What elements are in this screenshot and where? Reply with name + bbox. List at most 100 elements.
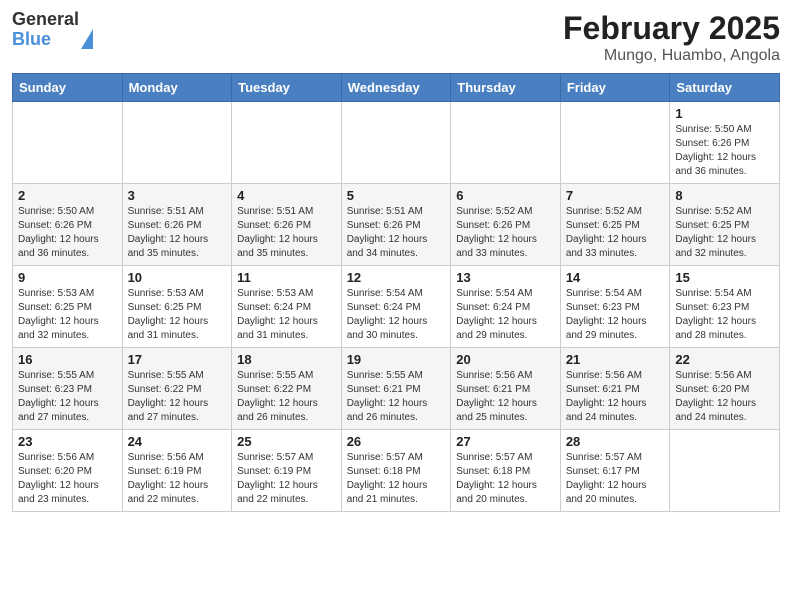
calendar-cell: 12 Sunrise: 5:54 AM Sunset: 6:24 PM Dayli… <box>341 266 451 348</box>
day-info: Sunrise: 5:56 AM Sunset: 6:20 PM Dayligh… <box>675 369 774 425</box>
calendar-cell <box>232 102 342 184</box>
calendar-cell: 26Sunrise: 5:57 AM Sunset: 6:18 PM Dayli… <box>341 430 451 512</box>
calendar-cell <box>451 102 561 184</box>
day-number: 5 <box>347 188 446 203</box>
calendar-cell: 6Sunrise: 5:52 AM Sunset: 6:26 PM Daylig… <box>451 184 561 266</box>
day-info: Sunrise: 5:53 AM Sunset: 6:24 PM Dayligh… <box>237 287 336 343</box>
day-number: 3 <box>128 188 227 203</box>
day-info: Sunrise: 5:56 AM Sunset: 6:19 PM Dayligh… <box>128 451 227 507</box>
page-subtitle: Mungo, Huambo, Angola <box>563 47 780 65</box>
logo-blue: Blue <box>12 29 51 49</box>
calendar-cell: 8 Sunrise: 5:52 AM Sunset: 6:25 PM Daylig… <box>670 184 780 266</box>
calendar-cell: 28 Sunrise: 5:57 AM Sunset: 6:17 PM Dayli… <box>560 430 670 512</box>
logo-general: General <box>12 9 79 29</box>
day-info: Sunrise: 5:54 AM Sunset: 6:23 PM Dayligh… <box>566 287 665 343</box>
calendar-day-header: Monday <box>122 74 232 102</box>
calendar-week-row: 1Sunrise: 5:50 AM Sunset: 6:26 PM Daylig… <box>13 102 780 184</box>
day-info: Sunrise: 5:53 AM Sunset: 6:25 PM Dayligh… <box>18 287 117 343</box>
calendar-cell: 27 Sunrise: 5:57 AM Sunset: 6:18 PM Dayli… <box>451 430 561 512</box>
calendar-cell: 19Sunrise: 5:55 AM Sunset: 6:21 PM Dayli… <box>341 348 451 430</box>
day-number: 15 <box>675 270 774 285</box>
day-number: 21 <box>566 352 665 367</box>
calendar-week-row: 16 Sunrise: 5:55 AM Sunset: 6:23 PM Dayli… <box>13 348 780 430</box>
calendar-cell: 5 Sunrise: 5:51 AM Sunset: 6:26 PM Daylig… <box>341 184 451 266</box>
day-number: 11 <box>237 270 336 285</box>
calendar-day-header: Thursday <box>451 74 561 102</box>
calendar-cell: 7Sunrise: 5:52 AM Sunset: 6:25 PM Daylig… <box>560 184 670 266</box>
day-info: Sunrise: 5:56 AM Sunset: 6:20 PM Dayligh… <box>18 451 117 507</box>
day-info: Sunrise: 5:56 AM Sunset: 6:21 PM Dayligh… <box>566 369 665 425</box>
day-info: Sunrise: 5:51 AM Sunset: 6:26 PM Dayligh… <box>128 205 227 261</box>
calendar-cell <box>122 102 232 184</box>
calendar-cell: 25Sunrise: 5:57 AM Sunset: 6:19 PM Dayli… <box>232 430 342 512</box>
calendar-cell: 2 Sunrise: 5:50 AM Sunset: 6:26 PM Daylig… <box>13 184 123 266</box>
day-info: Sunrise: 5:54 AM Sunset: 6:24 PM Dayligh… <box>347 287 446 343</box>
logo-triangle <box>81 9 93 49</box>
calendar-header-row: SundayMondayTuesdayWednesdayThursdayFrid… <box>13 74 780 102</box>
day-info: Sunrise: 5:55 AM Sunset: 6:21 PM Dayligh… <box>347 369 446 425</box>
day-info: Sunrise: 5:54 AM Sunset: 6:24 PM Dayligh… <box>456 287 555 343</box>
calendar-cell: 4 Sunrise: 5:51 AM Sunset: 6:26 PM Daylig… <box>232 184 342 266</box>
calendar-cell: 14 Sunrise: 5:54 AM Sunset: 6:23 PM Dayli… <box>560 266 670 348</box>
day-number: 23 <box>18 434 117 449</box>
day-number: 25 <box>237 434 336 449</box>
day-info: Sunrise: 5:50 AM Sunset: 6:26 PM Dayligh… <box>18 205 117 261</box>
day-info: Sunrise: 5:56 AM Sunset: 6:21 PM Dayligh… <box>456 369 555 425</box>
day-number: 10 <box>128 270 227 285</box>
day-info: Sunrise: 5:55 AM Sunset: 6:23 PM Dayligh… <box>18 369 117 425</box>
day-info: Sunrise: 5:51 AM Sunset: 6:26 PM Dayligh… <box>237 205 336 261</box>
calendar-week-row: 2 Sunrise: 5:50 AM Sunset: 6:26 PM Daylig… <box>13 184 780 266</box>
calendar-cell: 10 Sunrise: 5:53 AM Sunset: 6:25 PM Dayli… <box>122 266 232 348</box>
calendar-cell: 18 Sunrise: 5:55 AM Sunset: 6:22 PM Dayli… <box>232 348 342 430</box>
calendar-cell: 13 Sunrise: 5:54 AM Sunset: 6:24 PM Dayli… <box>451 266 561 348</box>
day-info: Sunrise: 5:57 AM Sunset: 6:18 PM Dayligh… <box>347 451 446 507</box>
day-info: Sunrise: 5:52 AM Sunset: 6:25 PM Dayligh… <box>566 205 665 261</box>
day-number: 17 <box>128 352 227 367</box>
page: General Blue February 2025 Mungo, Huambo… <box>0 0 792 522</box>
calendar-cell <box>560 102 670 184</box>
day-info: Sunrise: 5:55 AM Sunset: 6:22 PM Dayligh… <box>237 369 336 425</box>
calendar-cell: 1Sunrise: 5:50 AM Sunset: 6:26 PM Daylig… <box>670 102 780 184</box>
calendar-day-header: Wednesday <box>341 74 451 102</box>
calendar-cell: 23 Sunrise: 5:56 AM Sunset: 6:20 PM Dayli… <box>13 430 123 512</box>
day-number: 22 <box>675 352 774 367</box>
day-number: 27 <box>456 434 555 449</box>
day-info: Sunrise: 5:52 AM Sunset: 6:25 PM Dayligh… <box>675 205 774 261</box>
calendar-day-header: Sunday <box>13 74 123 102</box>
day-info: Sunrise: 5:57 AM Sunset: 6:18 PM Dayligh… <box>456 451 555 507</box>
calendar-cell <box>341 102 451 184</box>
calendar-cell: 21 Sunrise: 5:56 AM Sunset: 6:21 PM Dayli… <box>560 348 670 430</box>
calendar-day-header: Friday <box>560 74 670 102</box>
page-title: February 2025 <box>563 10 780 47</box>
day-number: 18 <box>237 352 336 367</box>
day-number: 12 <box>347 270 446 285</box>
day-info: Sunrise: 5:51 AM Sunset: 6:26 PM Dayligh… <box>347 205 446 261</box>
day-number: 8 <box>675 188 774 203</box>
day-number: 20 <box>456 352 555 367</box>
calendar-cell: 24Sunrise: 5:56 AM Sunset: 6:19 PM Dayli… <box>122 430 232 512</box>
day-number: 14 <box>566 270 665 285</box>
calendar-cell: 20 Sunrise: 5:56 AM Sunset: 6:21 PM Dayli… <box>451 348 561 430</box>
calendar-week-row: 9 Sunrise: 5:53 AM Sunset: 6:25 PM Daylig… <box>13 266 780 348</box>
calendar-day-header: Saturday <box>670 74 780 102</box>
day-info: Sunrise: 5:54 AM Sunset: 6:23 PM Dayligh… <box>675 287 774 343</box>
calendar-cell: 11 Sunrise: 5:53 AM Sunset: 6:24 PM Dayli… <box>232 266 342 348</box>
calendar-cell <box>670 430 780 512</box>
day-number: 13 <box>456 270 555 285</box>
day-number: 2 <box>18 188 117 203</box>
calendar-cell: 17 Sunrise: 5:55 AM Sunset: 6:22 PM Dayli… <box>122 348 232 430</box>
day-info: Sunrise: 5:50 AM Sunset: 6:26 PM Dayligh… <box>675 123 774 179</box>
day-info: Sunrise: 5:57 AM Sunset: 6:17 PM Dayligh… <box>566 451 665 507</box>
day-number: 16 <box>18 352 117 367</box>
calendar-cell <box>13 102 123 184</box>
day-info: Sunrise: 5:55 AM Sunset: 6:22 PM Dayligh… <box>128 369 227 425</box>
logo-text: General <box>12 10 93 30</box>
day-info: Sunrise: 5:53 AM Sunset: 6:25 PM Dayligh… <box>128 287 227 343</box>
calendar-cell: 3 Sunrise: 5:51 AM Sunset: 6:26 PM Daylig… <box>122 184 232 266</box>
day-number: 9 <box>18 270 117 285</box>
day-number: 28 <box>566 434 665 449</box>
header: General Blue February 2025 Mungo, Huambo… <box>12 10 780 65</box>
day-number: 4 <box>237 188 336 203</box>
calendar-week-row: 23 Sunrise: 5:56 AM Sunset: 6:20 PM Dayli… <box>13 430 780 512</box>
calendar-cell: 16 Sunrise: 5:55 AM Sunset: 6:23 PM Dayli… <box>13 348 123 430</box>
